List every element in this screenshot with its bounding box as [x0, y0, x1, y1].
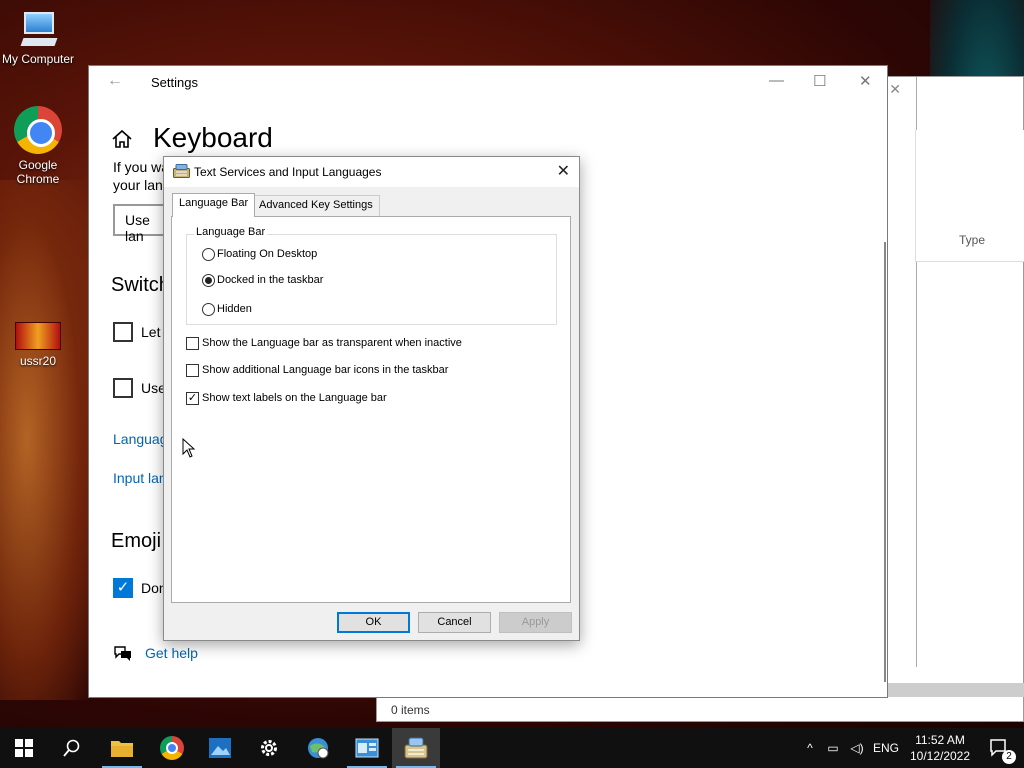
page-title: Keyboard — [153, 122, 273, 153]
status-bar-items: 0 items — [391, 703, 430, 717]
chrome-icon — [14, 106, 62, 154]
close-button[interactable]: ✕ — [859, 72, 872, 90]
settings-titlebar: ← Settings — ☐ ✕ — [89, 66, 887, 100]
text-services-dialog[interactable]: Text Services and Input Languages ✕ Lang… — [163, 156, 580, 641]
dialog-close-icon[interactable]: ✕ — [557, 161, 570, 181]
network-icon[interactable]: ▭ — [820, 741, 846, 755]
radio-docked-in-taskbar[interactable] — [202, 274, 215, 287]
mouse-pointer-icon — [182, 438, 196, 458]
radio-docked-label: Docked in the taskbar — [217, 274, 324, 286]
section-switch-heading: Switch — [111, 274, 170, 296]
taskbar-file-explorer[interactable] — [98, 728, 146, 768]
keyboard-icon — [404, 737, 428, 759]
close-icon[interactable]: ✕ — [889, 81, 901, 98]
system-window-icon — [355, 738, 379, 758]
folder-icon — [111, 741, 133, 757]
taskbar-clock[interactable]: 11:52 AM 10/12/2022 — [904, 732, 976, 764]
chevron-up-icon[interactable]: ^ — [800, 741, 820, 755]
group-label: Language Bar — [194, 226, 268, 238]
settings-scrollbar[interactable] — [884, 242, 886, 682]
search-icon — [63, 739, 80, 757]
globe-clock-icon — [308, 738, 329, 759]
checkbox-text-labels-label: Show text labels on the Language bar — [202, 392, 387, 404]
maximize-button[interactable]: ☐ — [813, 72, 826, 90]
desktop-icon-my-computer[interactable]: My Computer — [0, 10, 76, 66]
computer-icon — [18, 10, 58, 48]
notification-badge: 2 — [1002, 750, 1016, 764]
dialog-title: Text Services and Input Languages — [194, 165, 382, 179]
horizontal-scrollbar[interactable] — [887, 683, 1024, 697]
taskbar-settings[interactable] — [245, 728, 293, 768]
keyboard-icon — [173, 164, 190, 178]
taskbar-text-services[interactable] — [392, 728, 440, 768]
checkbox-transparent-label: Show the Language bar as transparent whe… — [202, 337, 462, 349]
home-icon[interactable] — [111, 128, 133, 150]
checkbox-let[interactable] — [113, 322, 133, 342]
cancel-button[interactable]: Cancel — [418, 612, 491, 633]
input-language-hotkeys-link[interactable]: Input lan — [113, 470, 167, 486]
section-emoji-heading: Emoji — [111, 530, 162, 552]
desktop-icon-label: ussr20 — [19, 354, 57, 368]
window-title: Settings — [151, 75, 198, 90]
checkbox-additional-label: Show additional Language bar icons in th… — [202, 364, 449, 376]
apply-button[interactable]: Apply — [499, 612, 572, 633]
description-line: your lang — [113, 177, 171, 193]
get-help-link[interactable]: Get help — [145, 645, 198, 661]
checkbox-use[interactable] — [113, 378, 133, 398]
desktop-icon-google-chrome[interactable]: Google Chrome — [0, 106, 76, 186]
radio-floating-on-desktop[interactable] — [202, 248, 215, 261]
description-line: If you wa — [113, 159, 170, 175]
taskbar-control-panel[interactable] — [294, 728, 342, 768]
window-frame — [889, 77, 917, 667]
desktop-icon-label: Google Chrome — [16, 158, 60, 186]
tab-language-bar[interactable]: Language Bar — [172, 193, 256, 217]
language-indicator[interactable]: ENG — [868, 741, 904, 755]
volume-icon[interactable]: ◁) — [846, 741, 868, 755]
taskbar: ^ ▭ ◁) ENG 11:52 AM 10/12/2022 2 — [0, 728, 1024, 768]
checkbox-transparent-when-inactive[interactable] — [186, 337, 199, 350]
photos-icon — [209, 738, 231, 758]
desktop-icon-label: My Computer — [1, 52, 75, 66]
radio-floating-label: Floating On Desktop — [217, 248, 318, 260]
chrome-icon — [160, 736, 184, 760]
checkbox-let-label: Let — [141, 324, 161, 340]
desktop-icon-ussr20[interactable]: ussr20 — [0, 322, 76, 368]
notification-center-button[interactable]: 2 — [976, 728, 1024, 768]
help-chat-icon — [114, 646, 131, 661]
clock-time: 11:52 AM — [915, 733, 965, 747]
gear-icon — [261, 740, 277, 756]
checkbox-additional-icons[interactable] — [186, 364, 199, 377]
system-tray: ^ ▭ ◁) ENG — [800, 728, 904, 768]
radio-hidden[interactable] — [202, 303, 215, 316]
radio-hidden-label: Hidden — [217, 303, 252, 315]
taskbar-chrome[interactable] — [148, 728, 196, 768]
windows-logo-icon — [15, 739, 33, 757]
taskbar-photos[interactable] — [196, 728, 244, 768]
back-arrow-icon[interactable]: ← — [107, 72, 123, 90]
column-header-type[interactable]: Type — [959, 233, 985, 247]
tab-advanced-key-settings[interactable]: Advanced Key Settings — [252, 195, 380, 216]
checkbox-emoji[interactable]: ✓ — [113, 578, 133, 598]
language-bar-tab-panel: Language Bar Floating On Desktop Docked … — [171, 216, 571, 603]
ok-button[interactable]: OK — [337, 612, 410, 633]
clock-date: 10/12/2022 — [909, 749, 971, 763]
description-text: If you wa your lang — [113, 158, 171, 194]
wallpaper-figure — [0, 180, 90, 700]
start-button[interactable] — [0, 728, 48, 768]
minimize-button[interactable]: — — [769, 72, 784, 89]
checkbox-text-labels[interactable]: ✓ — [186, 392, 199, 405]
search-button[interactable] — [48, 728, 96, 768]
taskbar-system-info[interactable] — [343, 728, 391, 768]
dialog-titlebar: Text Services and Input Languages ✕ — [164, 157, 579, 187]
game-icon — [15, 322, 61, 350]
language-bar-options-link[interactable]: Languag — [113, 431, 168, 447]
